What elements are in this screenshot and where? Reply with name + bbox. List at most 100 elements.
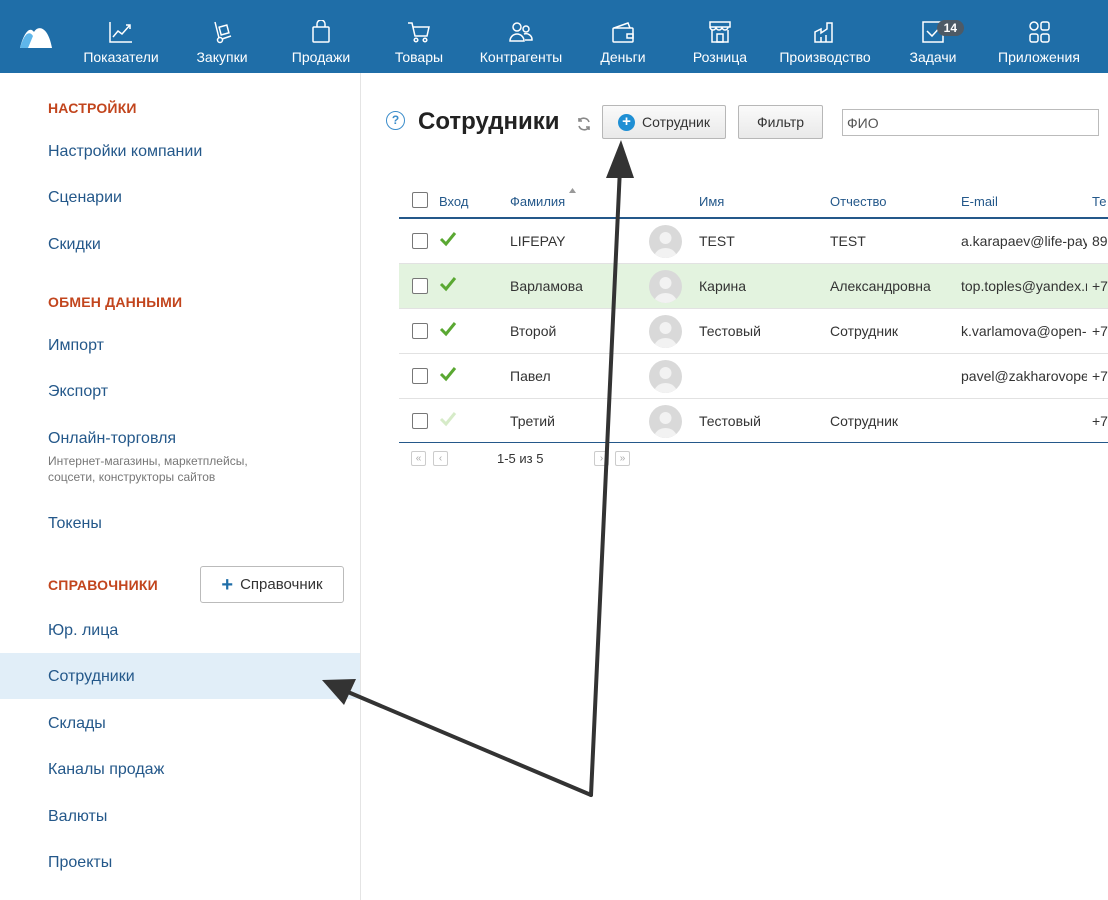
nav-item-retail[interactable]: Розница [690,0,750,73]
nav-item-sales[interactable]: Продажи [288,0,354,73]
wallet-icon [612,22,634,43]
name-search-input[interactable] [842,109,1099,136]
nav-item-label: Показатели [83,49,159,65]
cell-email: top.toples@yandex.r [961,278,1087,294]
cell-last-name: LIFEPAY [510,233,566,249]
sidebar-item-company-settings[interactable]: Настройки компании [48,143,202,161]
table-row[interactable]: Варламова Карина Александровна top.tople… [399,264,1108,309]
row-checkbox[interactable] [412,323,428,339]
sidebar-item-legal-entities[interactable]: Юр. лица [48,622,118,640]
avatar [649,225,682,258]
pager-info: 1-5 из 5 [497,451,544,466]
add-reference-label: Справочник [240,576,323,593]
sidebar-item-tokens[interactable]: Токены [48,515,102,533]
cell-first-name: Тестовый [699,323,761,339]
row-checkbox[interactable] [412,278,428,294]
first-page-icon[interactable]: « [411,451,426,466]
nav-item-apps[interactable]: Приложения [996,0,1082,73]
sidebar-item-export[interactable]: Экспорт [48,383,108,401]
nav-item-counterparties[interactable]: Контрагенты [478,0,564,73]
add-employee-button[interactable]: + Сотрудник [602,105,726,139]
column-header-first-name[interactable]: Имя [699,194,724,209]
column-header-middle-name[interactable]: Отчество [830,194,887,209]
sidebar-item-projects[interactable]: Проекты [48,854,112,872]
nav-item-goods[interactable]: Товары [392,0,446,73]
cell-first-name: Карина [699,278,747,294]
refresh-icon[interactable] [576,116,592,132]
row-checkbox[interactable] [412,368,428,384]
add-reference-button[interactable]: + Справочник [200,566,344,603]
tasks-count-badge: 14 [936,20,964,36]
table-row[interactable]: Второй Тестовый Сотрудник k.varlamova@op… [399,309,1108,354]
cell-middle-name: Сотрудник [830,413,899,429]
settings-sidebar: НАСТРОЙКИ Настройки компании Сценарии Ск… [0,73,361,900]
sort-asc-icon [569,188,576,193]
sidebar-item-sales-channels[interactable]: Каналы продаж [48,761,164,779]
chart-line-icon [109,22,132,43]
select-all-checkbox[interactable] [412,192,428,208]
column-header-login[interactable]: Вход [439,194,468,209]
sidebar-item-scenarios[interactable]: Сценарии [48,189,122,207]
filter-button[interactable]: Фильтр [738,105,823,139]
prev-page-icon[interactable]: ‹ [433,451,448,466]
cell-phone: 89 [1092,233,1108,249]
sidebar-item-online-trade[interactable]: Онлайн-торговля [48,430,176,448]
cell-first-name: Тестовый [699,413,761,429]
nav-item-money[interactable]: Деньги [598,0,648,73]
cell-first-name: TEST [699,233,735,249]
row-checkbox[interactable] [412,413,428,429]
nav-item-label: Розница [692,49,748,65]
sidebar-item-currencies[interactable]: Валюты [48,808,107,826]
cell-last-name: Павел [510,368,551,384]
cell-middle-name: Александровна [830,278,931,294]
nav-item-purchases[interactable]: Закупки [192,0,252,73]
nav-item-label: Производство [779,49,871,65]
sidebar-item-employees[interactable]: Сотрудники [48,668,135,686]
next-page-icon[interactable]: › [594,451,609,466]
sidebar-item-discounts[interactable]: Скидки [48,236,101,254]
nav-item-production[interactable]: Производство [778,0,872,73]
factory-icon [814,22,833,43]
sidebar-item-warehouses[interactable]: Склады [48,715,106,733]
nav-item-label: Закупки [196,49,248,65]
cell-email: a.karapaev@life-pay. [961,233,1087,249]
table-row[interactable]: LIFEPAY TEST TEST a.karapaev@life-pay. 8… [399,219,1108,264]
cell-email: k.varlamova@open-s [961,323,1087,339]
top-navigation-bar: Показатели Закупки Продажи Товары Контра… [0,0,1108,73]
section-title-references: СПРАВОЧНИКИ [48,577,158,593]
checkmark-faded-icon [439,412,457,427]
cell-last-name: Второй [510,323,557,339]
nav-item-label: Приложения [998,49,1080,65]
section-title-data-exchange: ОБМЕН ДАННЫМИ [48,294,183,310]
nav-item-label: Задачи [909,49,957,65]
row-checkbox[interactable] [412,233,428,249]
nav-item-label: Товары [394,49,444,65]
add-employee-label: Сотрудник [641,114,710,130]
sidebar-item-import[interactable]: Импорт [48,337,104,355]
checkmark-icon [439,322,457,337]
column-header-last-name[interactable]: Фамилия [510,194,565,209]
section-title-settings: НАСТРОЙКИ [48,100,137,116]
column-header-phone[interactable]: Те [1092,194,1106,209]
plus-circle-icon: + [617,113,635,131]
nav-item-label: Продажи [291,49,351,65]
table-row[interactable]: Павел pavel@zakharovoper +7 [399,354,1108,399]
column-header-email[interactable]: E-mail [961,194,998,209]
nav-item-tasks[interactable]: Задачи 14 [906,0,964,73]
checkmark-icon [439,277,457,292]
cell-last-name: Варламова [510,278,583,294]
hand-truck-icon [214,21,232,44]
last-page-icon[interactable]: » [615,451,630,466]
logo-icon[interactable] [18,22,54,50]
checkmark-icon [439,367,457,382]
help-icon[interactable]: ? [386,111,405,130]
shopping-bag-icon [312,20,330,43]
cell-phone: +7 [1092,278,1108,294]
plus-icon: + [221,573,234,596]
nav-item-label: Контрагенты [479,49,563,65]
table-row[interactable]: Третий Тестовый Сотрудник +7 [399,399,1108,444]
cell-phone: +7 [1092,323,1108,339]
cell-email: pavel@zakharovoper [961,368,1087,384]
nav-item-indicators[interactable]: Показатели [83,0,159,73]
arrowhead-up-icon [606,140,634,178]
